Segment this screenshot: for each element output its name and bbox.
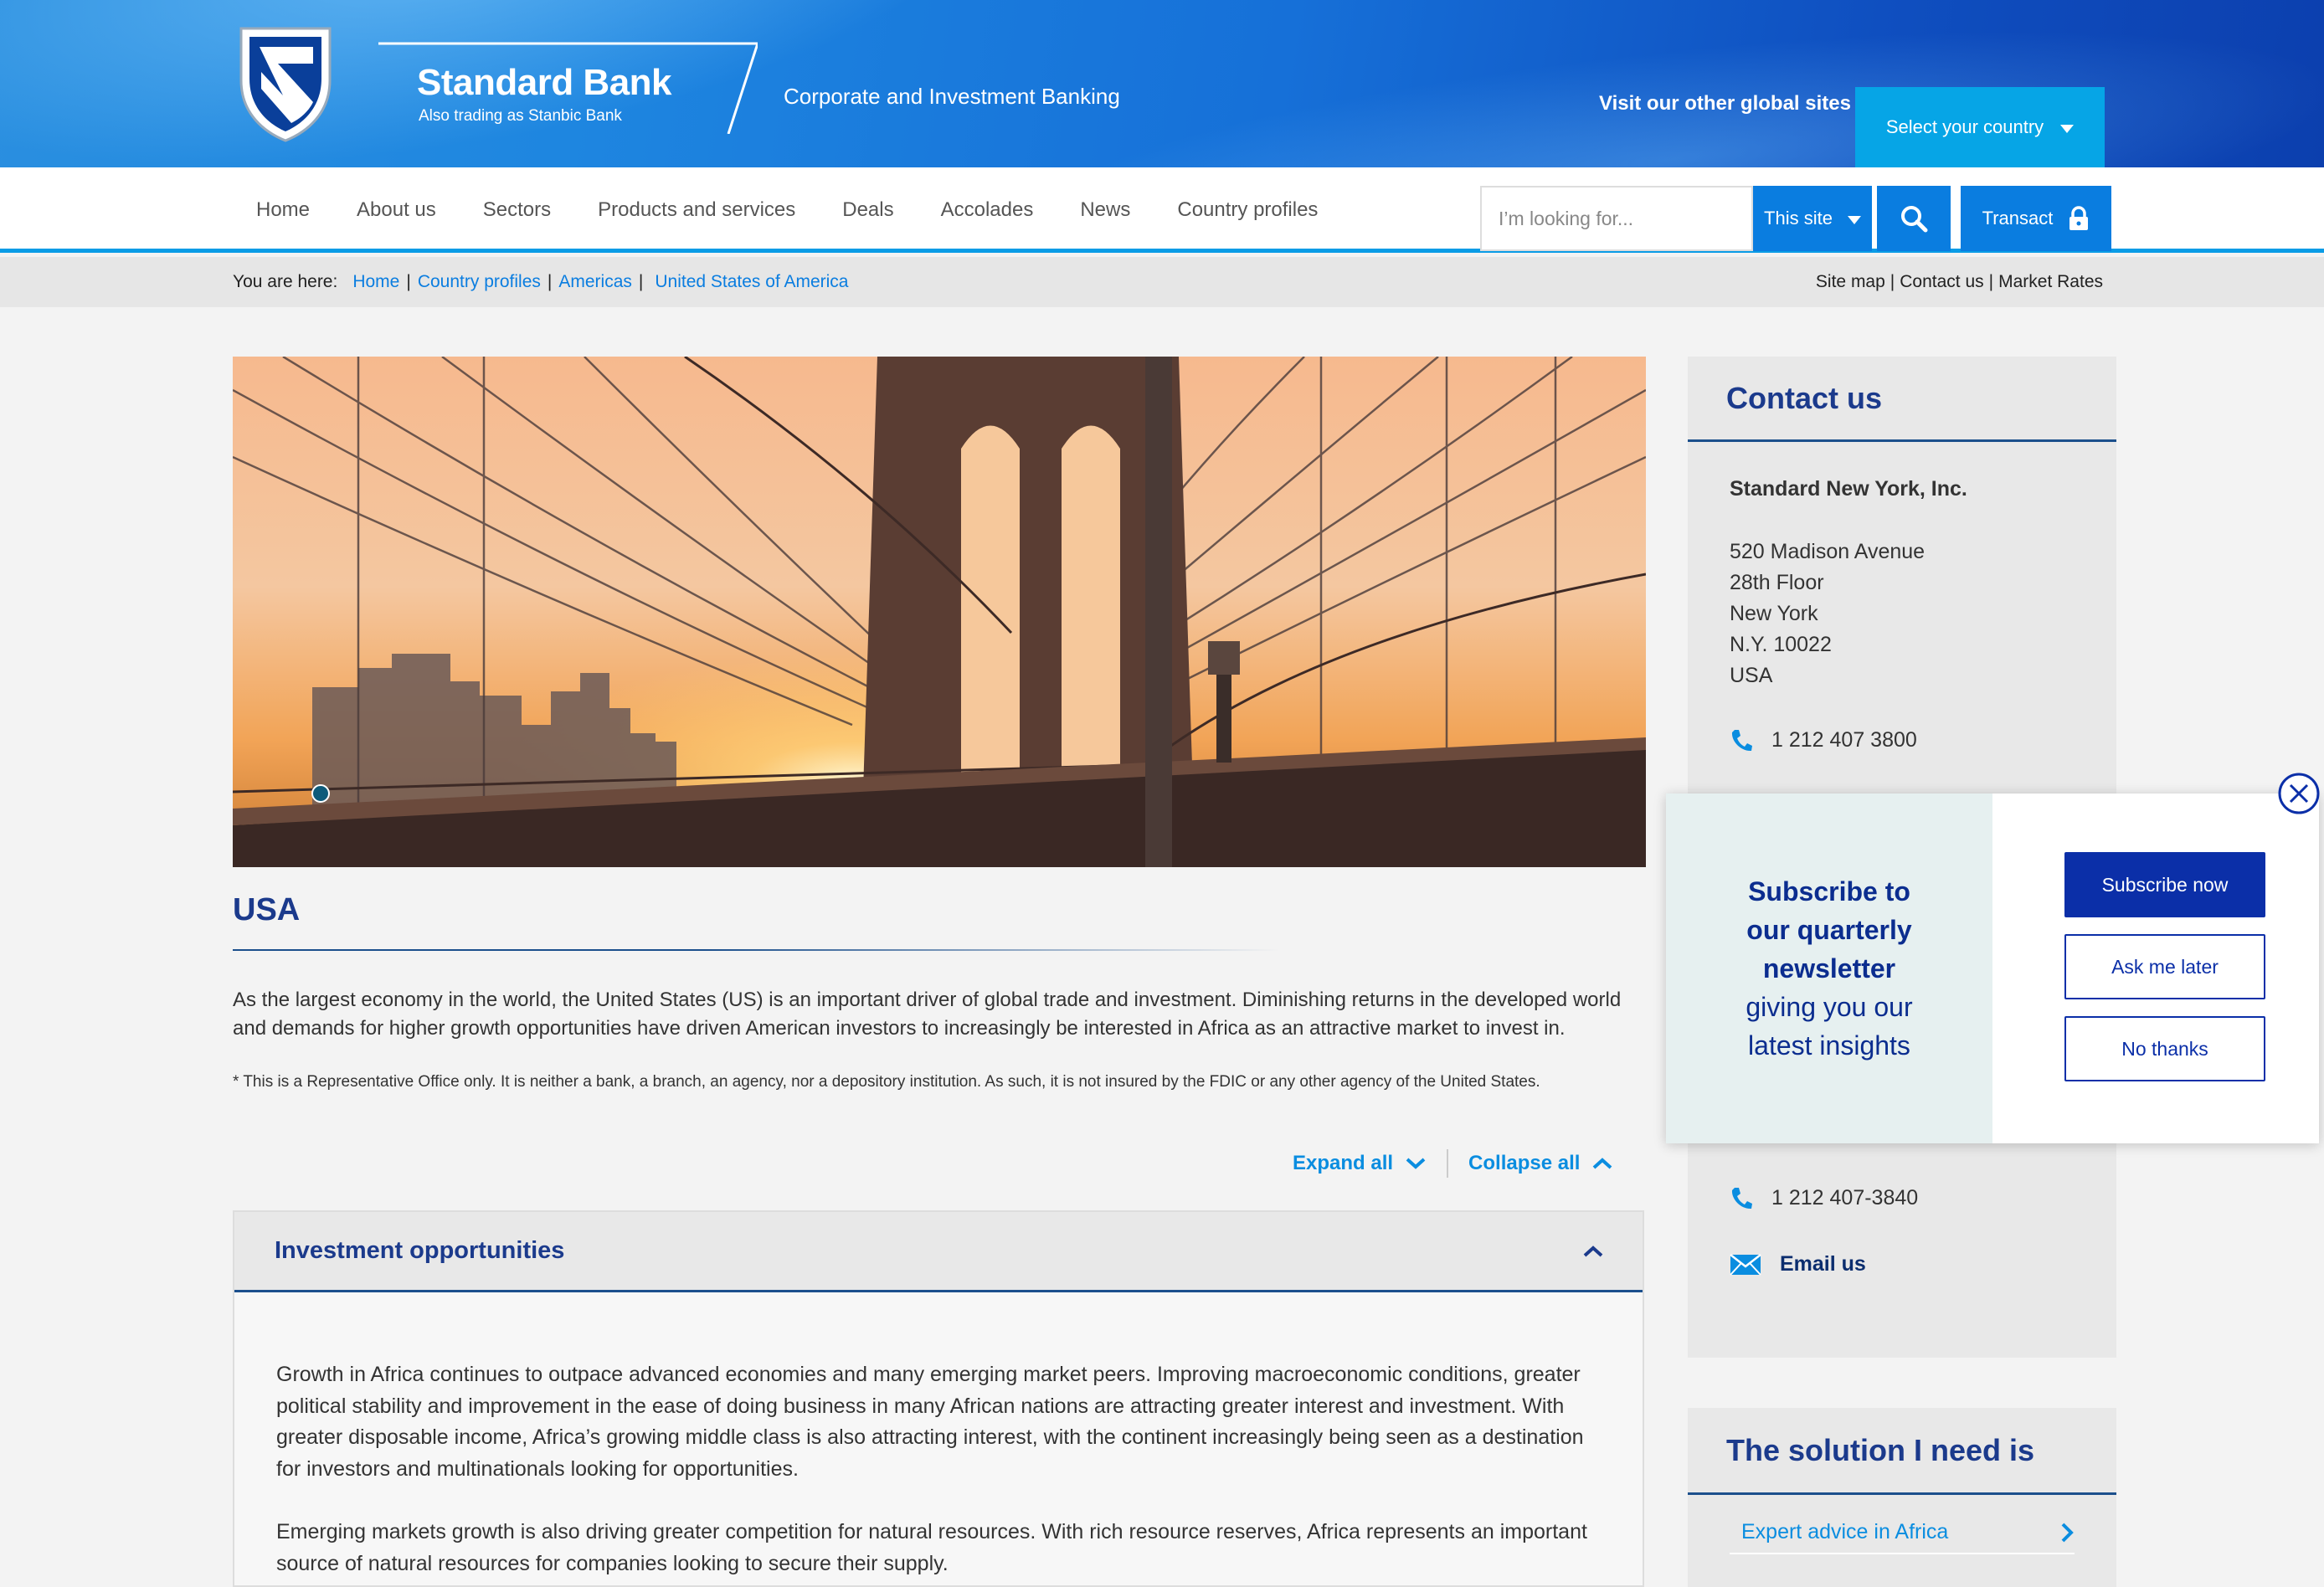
title-divider	[233, 949, 1279, 951]
subscribe-now-button[interactable]: Subscribe now	[2064, 852, 2265, 917]
breadcrumb-bar: You are here: Home | Country profiles | Am…	[0, 257, 2324, 307]
newsletter-message-panel: Subscribe to our quarterly newsletter gi…	[1666, 794, 1992, 1143]
utility-links: Site map | Contact us | Market Rates	[1815, 272, 2103, 292]
email-link[interactable]: Email us	[1730, 1249, 2116, 1280]
chevron-up-icon	[1593, 1158, 1612, 1169]
nav-item-products-and-services[interactable]: Products and services	[574, 198, 819, 222]
nav-item-home[interactable]: Home	[233, 198, 333, 222]
ask-me-later-button[interactable]: Ask me later	[2064, 934, 2265, 999]
newsletter-popup: Subscribe to our quarterly newsletter gi…	[1666, 794, 2319, 1143]
breadcrumb: You are here: Home | Country profiles | Am…	[233, 272, 849, 292]
search-scope-select[interactable]: This site	[1753, 186, 1872, 251]
solution-panel: The solution I need is Expert advice in …	[1688, 1408, 2116, 1587]
phone-number-2: 1 212 407-3840	[1771, 1186, 1919, 1210]
accordion-controls: Expand all Collapse all	[1273, 1145, 1633, 1182]
nav-item-sectors[interactable]: Sectors	[460, 198, 574, 222]
email-label: Email us	[1780, 1252, 1866, 1276]
expand-all-label: Expand all	[1293, 1152, 1394, 1174]
search-input[interactable]: I’m looking for...	[1480, 186, 1753, 251]
transact-label: Transact	[1982, 208, 2054, 229]
chevron-up-icon	[1583, 1245, 1603, 1256]
representative-office-note: * This is a Representative Office only. …	[233, 1073, 1540, 1091]
visit-global-sites-label: Visit our other global sites	[1599, 92, 1851, 115]
close-icon[interactable]	[2277, 772, 2321, 815]
transact-button[interactable]: Transact	[1961, 186, 2111, 251]
phone-number: 1 212 407 3800	[1771, 728, 1917, 752]
chevron-down-icon	[1406, 1158, 1426, 1169]
address-line: 520 Madison Avenue	[1730, 540, 1926, 563]
hero-image-brooklyn-bridge	[233, 357, 1646, 867]
breadcrumb-country-profiles[interactable]: Country profiles	[418, 272, 541, 292]
contact-us-link[interactable]: Contact us	[1900, 272, 1983, 292]
breadcrumb-americas[interactable]: Americas	[558, 272, 632, 292]
expert-advice-link[interactable]: Expert advice in Africa	[1730, 1520, 2075, 1554]
address-line: USA	[1730, 664, 1773, 687]
chevron-right-icon	[2061, 1523, 2074, 1542]
popup-line-4: giving you our	[1746, 992, 1913, 1022]
country-select-label: Select your country	[1885, 116, 2044, 137]
accordion-paragraph: Emerging markets growth is also driving …	[276, 1520, 1587, 1575]
nav-item-news[interactable]: News	[1057, 198, 1154, 222]
search-icon	[1901, 206, 1928, 233]
phone-icon	[1731, 729, 1752, 751]
standard-bank-shield-icon[interactable]	[233, 22, 338, 144]
office-name: Standard New York, Inc.	[1730, 477, 1967, 501]
accordion-paragraph: Growth in Africa continues to outpace ad…	[276, 1363, 1584, 1481]
popup-line-1: Subscribe to	[1748, 876, 1910, 906]
page-title: USA	[233, 892, 301, 927]
site-map-link[interactable]: Site map	[1816, 272, 1885, 292]
breadcrumb-home[interactable]: Home	[352, 272, 399, 292]
lock-icon	[2069, 206, 2089, 230]
accordion-body: Growth in Africa continues to outpace ad…	[234, 1292, 1643, 1579]
chevron-down-icon	[1847, 216, 1861, 224]
expert-advice-label: Expert advice in Africa	[1741, 1520, 1949, 1543]
collapse-all-label: Collapse all	[1468, 1152, 1581, 1174]
collapse-all-button[interactable]: Collapse all	[1448, 1152, 1633, 1175]
popup-line-5: latest insights	[1748, 1030, 1910, 1061]
nav-item-about-us[interactable]: About us	[333, 198, 460, 222]
popup-line-2: our quarterly	[1746, 915, 1912, 945]
contact-heading: Contact us	[1688, 357, 2116, 442]
intro-paragraph: As the largest economy in the world, the…	[233, 989, 1622, 1040]
site-header: Standard Bank Also trading as Stanbic Ba…	[0, 0, 2324, 167]
phone-row[interactable]: 1 212 407 3800	[1730, 725, 2116, 756]
address-line: 28th Floor	[1730, 571, 1824, 594]
solution-heading: The solution I need is	[1688, 1408, 2116, 1495]
country-select-button[interactable]: Select your country	[1855, 87, 2105, 167]
nav-item-accolades[interactable]: Accolades	[918, 198, 1057, 222]
accordion-header[interactable]: Investment opportunities	[234, 1212, 1643, 1292]
phone-icon	[1731, 1187, 1752, 1209]
phone-row-2[interactable]: 1 212 407-3840	[1730, 1183, 2116, 1214]
envelope-icon	[1730, 1253, 1761, 1276]
popup-line-3: newsletter	[1762, 953, 1896, 984]
nav-item-deals[interactable]: Deals	[819, 198, 917, 222]
no-thanks-button[interactable]: No thanks	[2064, 1016, 2265, 1081]
search-scope-label: This site	[1764, 208, 1833, 229]
breadcrumb-label: You are here:	[233, 272, 338, 291]
expand-all-button[interactable]: Expand all	[1273, 1152, 1447, 1175]
nav-item-country-profiles[interactable]: Country profiles	[1154, 198, 1341, 222]
brand-name[interactable]: Standard Bank	[417, 62, 672, 104]
search-button[interactable]	[1877, 186, 1951, 251]
accordion-investment-opportunities: Investment opportunities Growth in Afric…	[233, 1210, 1644, 1587]
brand-tagline: Also trading as Stanbic Bank	[419, 107, 622, 125]
chevron-down-icon	[2060, 125, 2075, 133]
address-line: N.Y. 10022	[1730, 633, 1832, 656]
market-rates-link[interactable]: Market Rates	[1998, 272, 2103, 292]
accordion-title: Investment opportunities	[275, 1237, 565, 1264]
breadcrumb-united-states[interactable]: United States of America	[655, 272, 848, 292]
carousel-indicator-dot	[311, 784, 330, 803]
address-line: New York	[1730, 602, 1818, 625]
division-title[interactable]: Corporate and Investment Banking	[784, 84, 1120, 110]
main-navigation: Home About us Sectors Products and servi…	[0, 167, 2324, 253]
